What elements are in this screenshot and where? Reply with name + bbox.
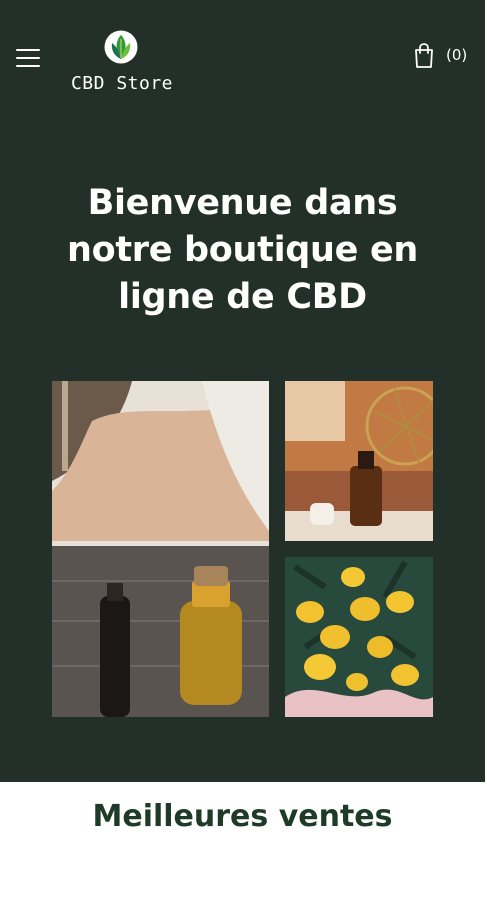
- shopping-bag-icon: [415, 43, 433, 68]
- oil-bottles-photo: [52, 381, 269, 717]
- hamburger-menu-icon-bar: [16, 65, 40, 67]
- logo-text: CBD Store: [70, 73, 174, 94]
- bottle-photo: [285, 381, 433, 541]
- cart-count: (0): [446, 46, 468, 64]
- leaf-logo-icon: [104, 30, 138, 64]
- hamburger-menu-icon-bar: [16, 57, 40, 59]
- hero-title: Bienvenue dans notre boutique en ligne d…: [66, 183, 419, 317]
- best-sellers-heading: Meilleures ventes: [92, 799, 393, 834]
- hero-section: CBD Store (0) Bienvenue dans notre bouti…: [0, 0, 485, 782]
- store-logo[interactable]: CBD Store: [66, 28, 178, 98]
- lemons-photo: [285, 557, 433, 717]
- cart-button[interactable]: (0): [412, 42, 472, 70]
- menu-button[interactable]: [14, 44, 42, 70]
- hamburger-menu-icon: [16, 49, 40, 51]
